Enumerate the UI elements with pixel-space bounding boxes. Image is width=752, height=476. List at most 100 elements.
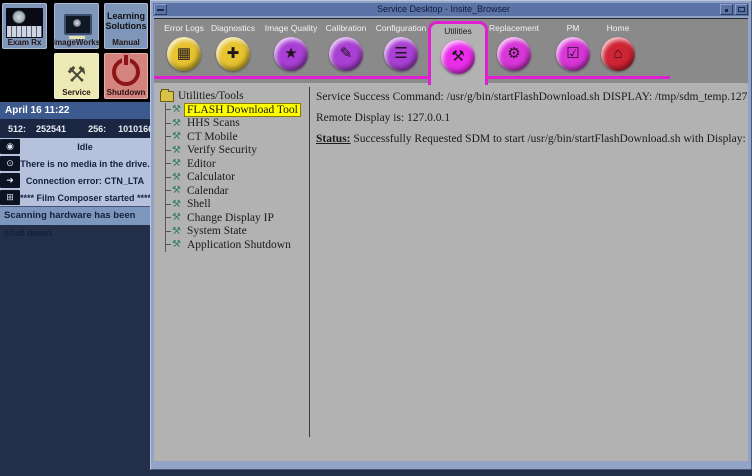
tab-label: Replacement [484, 21, 544, 35]
tree-item-system-state[interactable]: ⚒System State [166, 225, 308, 239]
window-title: Service Desktop - Insite_Browser [168, 3, 719, 16]
tree-item-change-display-ip[interactable]: ⚒Change Display IP [166, 211, 308, 225]
status-text: Successfully Requested SDM to start /usr… [351, 133, 748, 145]
settings-list-icon: ☰ [394, 37, 407, 71]
media-drive-icon: ⊙ [0, 156, 20, 171]
learning-solutions-text: Learning Solutions [104, 3, 148, 38]
tab-button[interactable]: ⌂ [601, 37, 635, 71]
tab-utilities[interactable]: Utilities ⚒ [428, 21, 488, 85]
shutdown-label: Shutdown [107, 88, 146, 99]
counter-512-value: 252541 [36, 124, 66, 134]
message-row: ⊙ There is no media in the drive. [0, 155, 150, 172]
tree-root-label: Utilities/Tools [178, 90, 244, 102]
tab-button[interactable]: ★ [274, 37, 308, 71]
flash-download-output: Service Success Command: /usr/g/bin/star… [316, 91, 742, 154]
message-text: Idle [20, 142, 150, 152]
utilities-page: Utilities/Tools ⚒FLASH Download Tool ⚒HH… [154, 83, 748, 461]
tree-item-hhs-scans[interactable]: ⚒HHS Scans [166, 117, 308, 131]
tree-item-verify-security[interactable]: ⚒Verify Security [166, 144, 308, 158]
window-titlebar[interactable]: Service Desktop - Insite_Browser [153, 3, 749, 16]
tab-button[interactable]: ☑ [556, 37, 590, 71]
clipboard-wrench-icon: ☑ [566, 37, 579, 71]
network-transfer-icon: ➜ [0, 173, 20, 188]
tab-label: Image Quality [261, 21, 321, 35]
log-grid-icon: ▦ [177, 37, 191, 71]
tool-icon: ⚒ [171, 185, 182, 196]
manual-label: Manual [112, 38, 140, 49]
tree-item-calendar[interactable]: ⚒Calendar [166, 184, 308, 198]
datetime-bar: April 16 11:22 [0, 102, 150, 119]
star-monitor-icon: ★ [284, 37, 297, 71]
tool-icon: ⚒ [171, 145, 182, 156]
tab-label: Home [588, 21, 648, 35]
tab-button[interactable]: ☰ [384, 37, 418, 71]
tool-icon: ⚒ [171, 104, 182, 115]
tab-calibration[interactable]: Calibration ✎ [316, 21, 376, 83]
scan-status-banner: Scanning hardware has been shut down. [0, 206, 150, 225]
tree-item-shell[interactable]: ⚒Shell [166, 198, 308, 212]
tree-item-editor[interactable]: ⚒Editor [166, 157, 308, 171]
tab-label: Utilities [431, 24, 485, 38]
tree-children: ⚒FLASH Download Tool ⚒HHS Scans ⚒CT Mobi… [165, 103, 308, 252]
tab-button[interactable]: ▦ [167, 37, 201, 71]
stethoscope-icon: ✚ [227, 37, 240, 71]
window-menu-button[interactable] [154, 4, 167, 15]
service-button[interactable]: ⚒ Service [54, 53, 99, 99]
message-text: **** Film Composer started **** [20, 193, 151, 203]
message-text: There is no media in the drive. [20, 159, 150, 169]
screwdriver-icon: ✎ [340, 37, 353, 71]
tool-icon: ⚒ [171, 131, 182, 142]
wrench-icon: ⚒ [67, 62, 87, 88]
tree-item-application-shutdown[interactable]: ⚒Application Shutdown [166, 238, 308, 252]
tab-home[interactable]: Home ⌂ [588, 21, 648, 83]
tool-icon: ⚒ [171, 172, 182, 183]
tab-diagnostics[interactable]: Diagnostics ✚ [203, 21, 263, 83]
message-row: ◉ Idle [0, 138, 150, 155]
counter-bar: 512: 252541 256: 1010166 [0, 119, 150, 138]
application-launcher-grid: Exam Rx ImageWorks Learning Solutions Ma… [0, 0, 150, 102]
replacement-tool-icon: ⚙ [507, 37, 520, 71]
tab-replacement[interactable]: Replacement ⚙ [484, 21, 544, 83]
counter-512-label: 512: [8, 124, 26, 134]
tab-label: Calibration [316, 21, 376, 35]
manual-button[interactable]: Learning Solutions Manual [104, 3, 148, 49]
system-message-panel: ◉ Idle ⊙ There is no media in the drive.… [0, 138, 150, 206]
tree-root[interactable]: Utilities/Tools [160, 89, 308, 103]
shutdown-button[interactable]: Shutdown [104, 53, 148, 99]
tree-item-ct-mobile[interactable]: ⚒CT Mobile [166, 130, 308, 144]
tree-item-calculator[interactable]: ⚒Calculator [166, 171, 308, 185]
tab-button[interactable]: ✚ [216, 37, 250, 71]
left-sidebar: Exam Rx ImageWorks Learning Solutions Ma… [0, 0, 150, 476]
tool-icon: ⚒ [171, 158, 182, 169]
tab-image-quality[interactable]: Image Quality ★ [261, 21, 321, 83]
service-desktop-window: Service Desktop - Insite_Browser Error L… [150, 0, 752, 470]
counter-256-value: 1010166 [118, 124, 153, 134]
tool-icon: ⚒ [171, 199, 182, 210]
tab-configuration[interactable]: Configuration ☰ [371, 21, 431, 83]
tree-item-flash-download-tool[interactable]: ⚒FLASH Download Tool [166, 103, 308, 117]
tab-button[interactable]: ⚒ [441, 40, 475, 74]
folder-icon [160, 91, 174, 102]
panel-divider [309, 87, 310, 437]
exam-rx-icon [6, 8, 43, 38]
home-icon: ⌂ [613, 37, 622, 71]
tool-icon: ⚒ [171, 212, 182, 223]
imageworks-button[interactable]: ImageWorks [54, 3, 99, 49]
power-icon [112, 58, 140, 86]
toolbox-icon: ⚒ [451, 40, 464, 74]
service-command-line: Service Success Command: /usr/g/bin/star… [316, 91, 742, 103]
imageworks-label: ImageWorks [53, 38, 100, 49]
window-content: Error Logs ▦ Diagnostics ✚ Image Quality… [154, 18, 748, 461]
tab-label: Diagnostics [203, 21, 263, 35]
exam-rx-button[interactable]: Exam Rx [2, 3, 47, 49]
tab-button[interactable]: ✎ [329, 37, 363, 71]
exam-rx-label: Exam Rx [8, 38, 42, 49]
remote-display-line: Remote Display is: 127.0.0.1 [316, 112, 742, 124]
tab-strip: Error Logs ▦ Diagnostics ✚ Image Quality… [154, 19, 748, 83]
tab-label: Configuration [371, 21, 431, 35]
minimize-button[interactable] [720, 4, 733, 15]
maximize-button[interactable] [735, 4, 748, 15]
status-label: Status: [316, 133, 351, 145]
status-line: Status: Successfully Requested SDM to st… [316, 133, 742, 145]
tab-button[interactable]: ⚙ [497, 37, 531, 71]
